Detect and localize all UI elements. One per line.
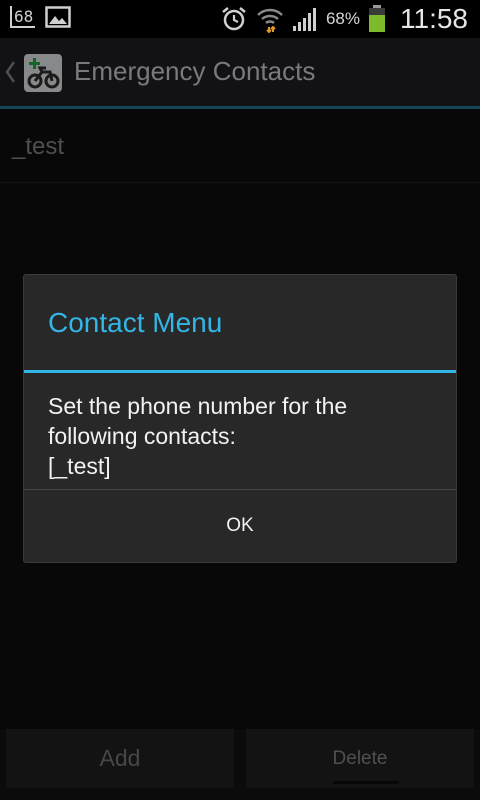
status-bar-left: 68 bbox=[10, 6, 72, 28]
contact-menu-dialog: Contact Menu Set the phone number for th… bbox=[24, 275, 456, 562]
status-bar-right: 68% 11:58 bbox=[220, 2, 468, 36]
dialog-message-line: Set the phone number for the bbox=[48, 393, 348, 419]
signal-icon bbox=[292, 8, 316, 31]
image-icon bbox=[45, 6, 72, 28]
alarm-icon bbox=[222, 7, 246, 31]
dialog-message-line: following contacts: bbox=[48, 423, 236, 449]
clock: 11:58 bbox=[400, 3, 468, 34]
dialog-title: Contact Menu bbox=[48, 307, 223, 338]
battery-percent: 68% bbox=[325, 9, 360, 28]
notification-count-icon: 68 bbox=[10, 6, 36, 28]
dialog-message: Set the phone number for the following c… bbox=[48, 391, 438, 481]
status-bar: 68 68% 11:58 bbox=[0, 0, 480, 38]
ok-button[interactable]: OK bbox=[24, 490, 456, 562]
dialog-title-divider bbox=[24, 370, 456, 373]
dialog-message-line: [_test] bbox=[48, 453, 111, 479]
battery-icon bbox=[369, 5, 385, 32]
wifi-icon bbox=[257, 8, 283, 33]
